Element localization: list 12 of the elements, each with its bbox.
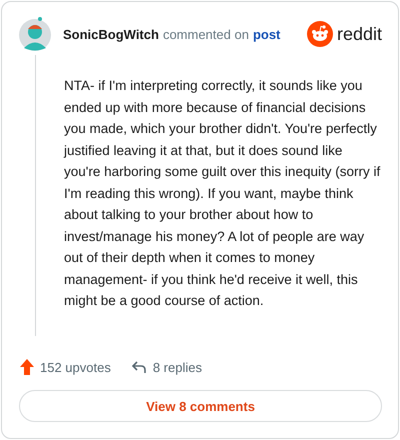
view-comments-button[interactable]: View 8 comments	[19, 390, 382, 422]
upvote-count: 152 upvotes	[40, 360, 111, 374]
reply-icon[interactable]	[130, 360, 147, 374]
logo-icon	[306, 21, 333, 47]
upvote-icon[interactable]	[20, 359, 34, 375]
brand-name: reddit	[336, 24, 382, 44]
avatar-icon	[19, 17, 51, 51]
username[interactable]: SonicBogWitch	[63, 26, 159, 42]
post-link[interactable]: post	[252, 26, 280, 42]
comment-text: NTA- if I'm interpreting correctly, it sounds like you ended up with more because of financial decisions you made, which your brother didn't. You're perfectly justified leaving it at that, but it does sound like you're harboring some guilt over this inequity (sorry if I'm reading this wrong). If you want, maybe think about talking to your brother about how to invest/manage his money? A lot of people are way out of their depth when it comes to money management- if you think he'd receive it well, this might be a good course of action.	[64, 77, 382, 310]
action-text: commented on	[162, 26, 249, 42]
reply-count: 8 replies	[152, 360, 202, 374]
